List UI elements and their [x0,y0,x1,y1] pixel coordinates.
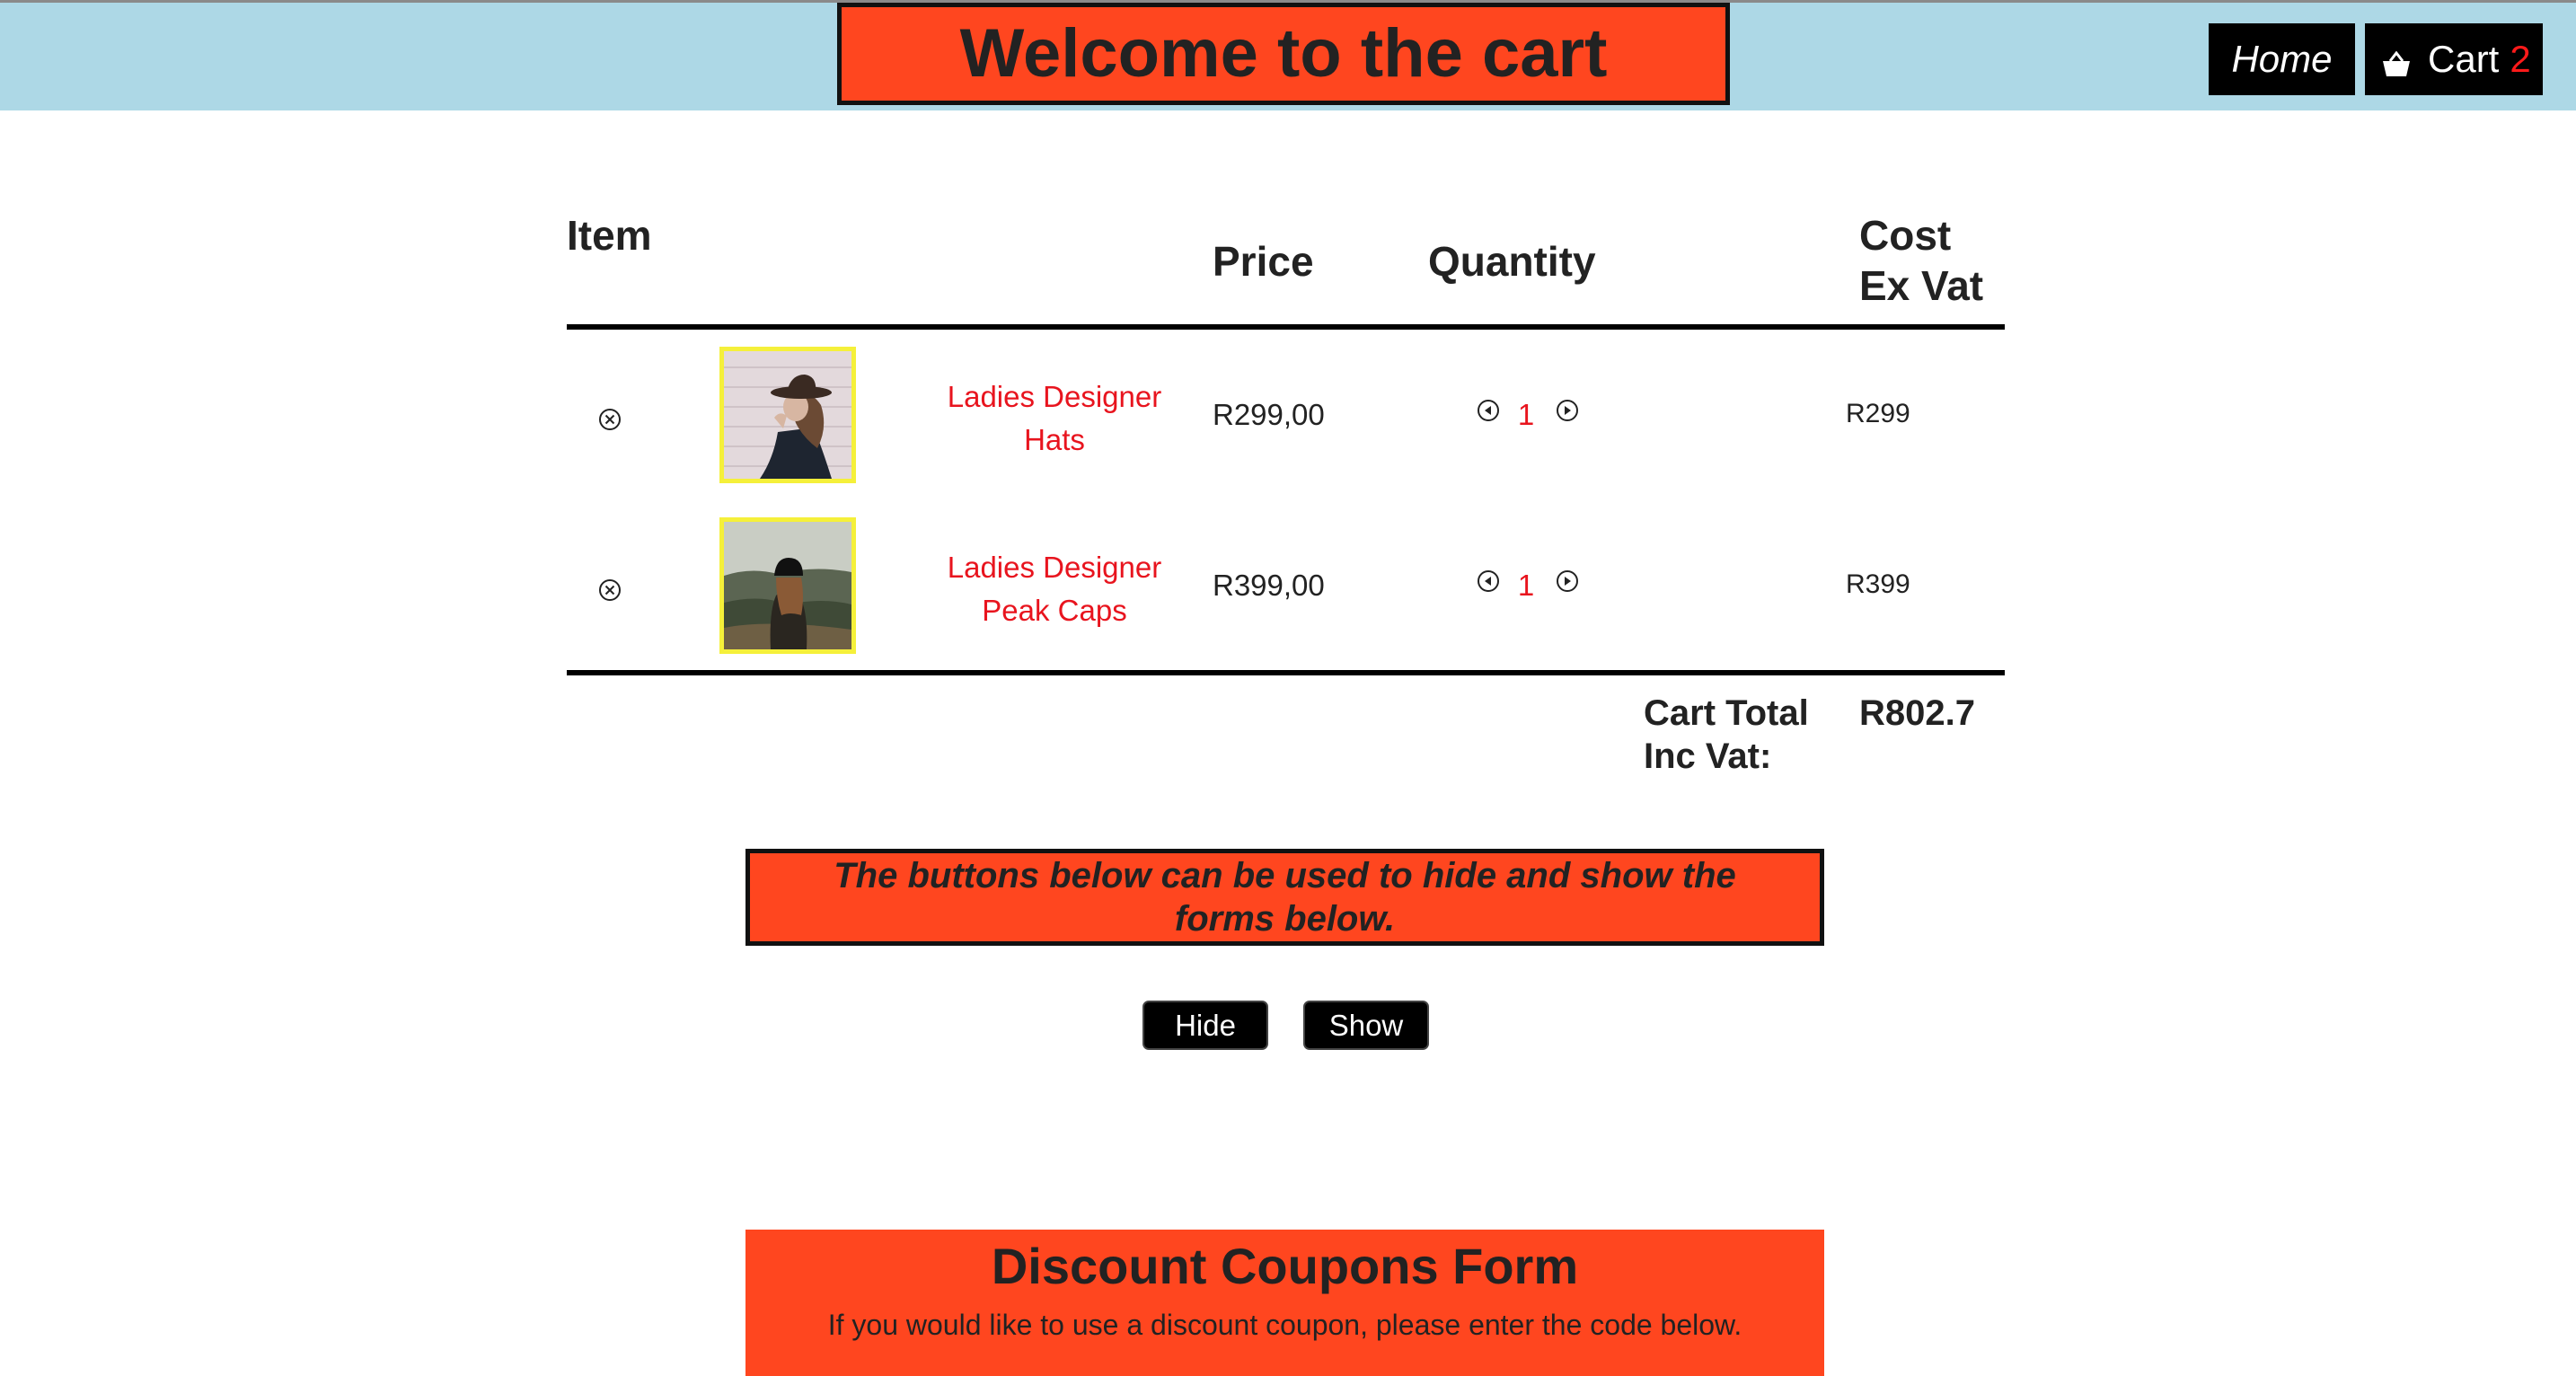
column-header-cost-line1: Cost [1859,212,1952,259]
cart-count-badge: 2 [2510,38,2531,80]
quantity-decrease-icon[interactable] [1476,569,1501,594]
page-title: Welcome to the cart [959,15,1608,92]
table-header-divider [567,324,2005,330]
remove-item-icon[interactable] [596,406,623,433]
nav-cart-label: Cart [2428,38,2500,80]
woman-in-hat-photo [724,351,851,479]
coupon-form-title: Discount Coupons Form [991,1238,1579,1294]
table-footer-divider [567,670,2005,675]
nav-home-link[interactable]: Home [2209,23,2355,95]
shopping-basket-icon [2381,44,2412,76]
page-title-box: Welcome to the cart [837,3,1730,105]
hide-forms-button[interactable]: Hide [1142,1001,1268,1050]
remove-item-icon[interactable] [596,577,623,604]
item-price: R299,00 [1213,398,1325,431]
quantity-increase-icon[interactable] [1555,398,1580,423]
product-name-line2: Hats [1024,423,1085,456]
column-header-price: Price [1213,238,1314,285]
forms-notice-text: The buttons below can be used to hide an… [834,856,1736,939]
cart-total-value: R802.7 [1859,693,1975,733]
forms-notice-box: The buttons below can be used to hide an… [745,849,1824,946]
item-cost: R299 [1846,399,1910,428]
coupon-form-description: If you would like to use a discount coup… [827,1309,1742,1341]
discount-coupon-form: Discount Coupons Form If you would like … [745,1230,1824,1376]
show-forms-button[interactable]: Show [1303,1001,1429,1050]
product-name-link[interactable]: Ladies Designer Peak Caps [929,546,1180,632]
item-cost: R399 [1846,569,1910,599]
quantity-value: 1 [1517,569,1535,602]
cart-total-label-line1: Cart Total [1644,693,1809,733]
column-header-quantity: Quantity [1428,238,1596,285]
product-name-link[interactable]: Ladies Designer Hats [929,375,1180,462]
cart-total-label: Cart Total Inc Vat: [1644,692,1841,778]
quantity-decrease-icon[interactable] [1476,398,1501,423]
cart-total-label-line2: Inc Vat: [1644,737,1772,776]
quantity-increase-icon[interactable] [1555,569,1580,594]
quantity-value: 1 [1517,398,1535,431]
woman-in-cap-photo [724,522,851,649]
nav-home-label: Home [2231,38,2333,80]
product-name-line2: Peak Caps [982,594,1127,627]
product-name-line1: Ladies Designer [947,380,1162,413]
item-price: R399,00 [1213,569,1325,602]
column-header-item: Item [567,212,652,259]
product-thumbnail-cap[interactable] [719,517,856,654]
nav-cart-link[interactable]: Cart 2 [2365,23,2543,95]
product-name-line1: Ladies Designer [947,551,1162,584]
product-thumbnail-hat[interactable] [719,347,856,483]
column-header-cost: Cost Ex Vat [1859,210,1983,311]
column-header-cost-line2: Ex Vat [1859,262,1984,309]
